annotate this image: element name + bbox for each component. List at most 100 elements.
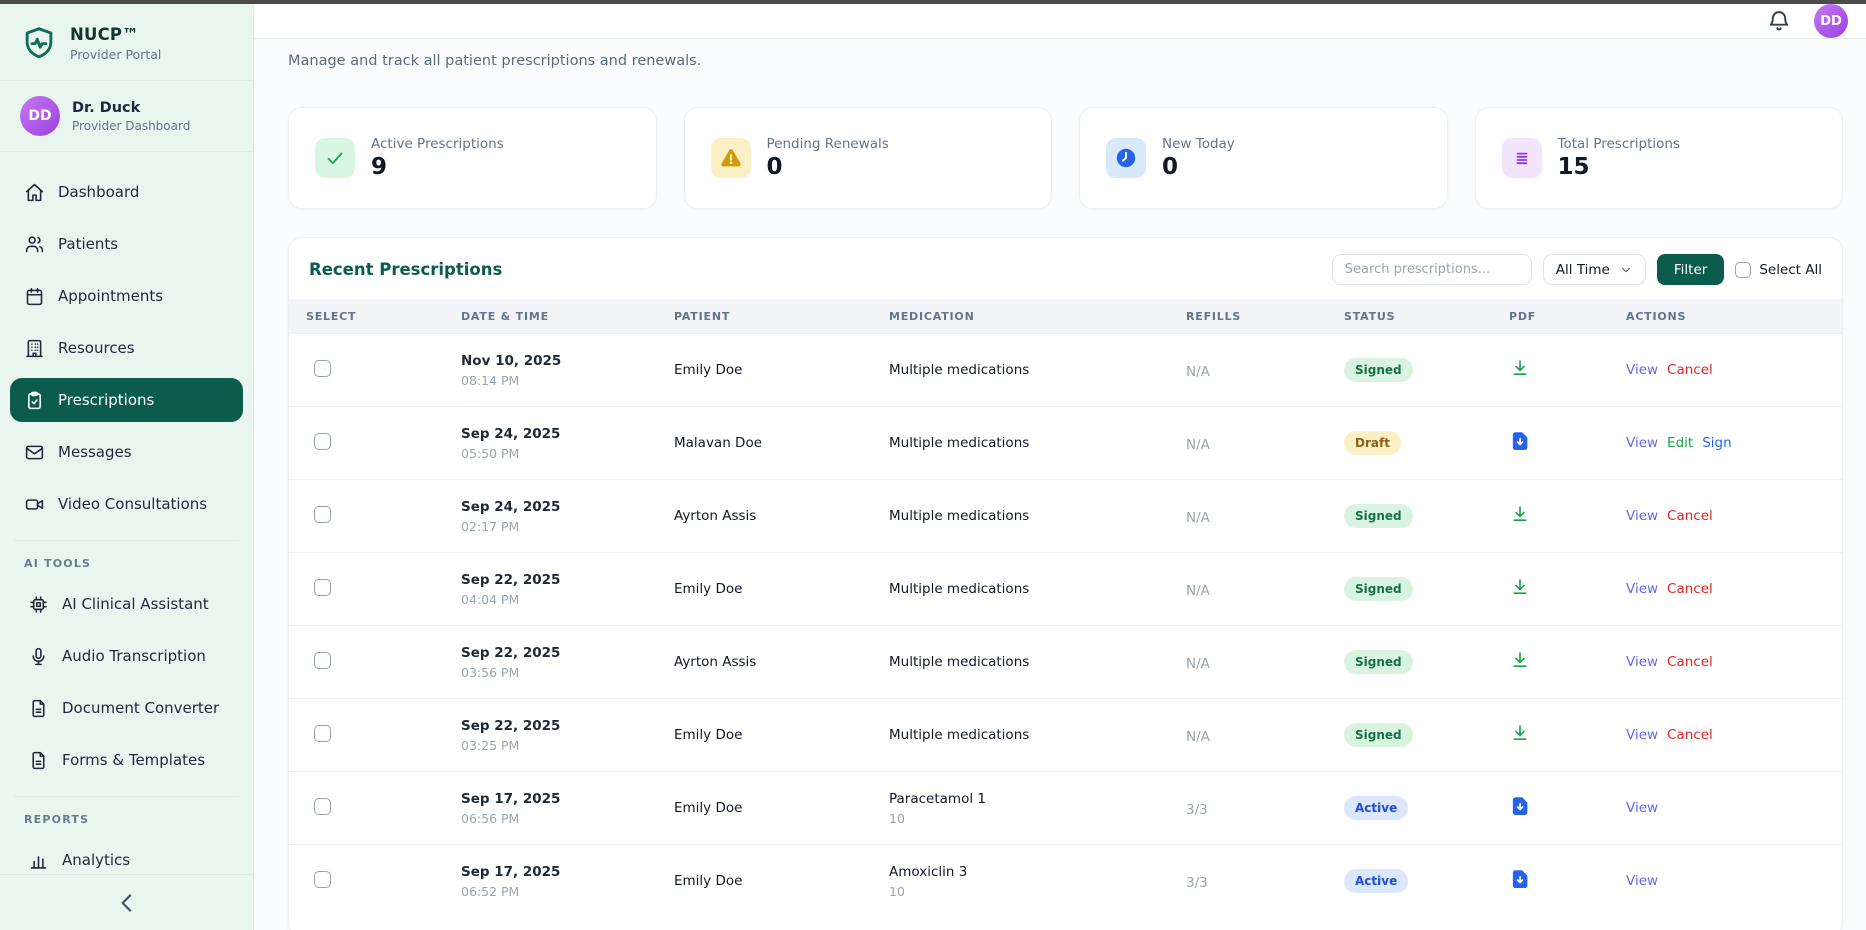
row-refills-cell: 3/3 — [1186, 872, 1344, 891]
row-select-cell — [306, 506, 461, 527]
row-refills: N/A — [1186, 729, 1210, 745]
time-filter-select[interactable]: All Time — [1543, 254, 1646, 285]
view-action-link[interactable]: View — [1626, 727, 1658, 743]
table-row: Sep 17, 202506:56 PMEmily DoeParacetamol… — [289, 771, 1842, 844]
row-checkbox[interactable] — [314, 506, 331, 523]
select-all-checkbox[interactable] — [1735, 262, 1751, 278]
row-date-cell: Sep 17, 202506:56 PM — [461, 791, 674, 826]
row-date: Sep 22, 2025 — [461, 718, 674, 734]
sidebar-collapse-button[interactable] — [112, 888, 142, 918]
row-select-cell — [306, 652, 461, 673]
view-action-link[interactable]: View — [1626, 435, 1658, 451]
stat-value: 15 — [1558, 154, 1681, 180]
file-download-icon[interactable] — [1509, 868, 1531, 890]
sidebar-item-appointments[interactable]: Appointments — [10, 274, 243, 318]
row-time: 03:25 PM — [461, 738, 674, 753]
row-checkbox[interactable] — [314, 798, 331, 815]
row-medication-cell: Multiple medications — [889, 508, 1186, 524]
file-download-icon[interactable] — [1509, 430, 1531, 452]
stat-label: Pending Renewals — [767, 136, 889, 152]
file-download-icon[interactable] — [1509, 795, 1531, 817]
sidebar-item-audio-transcription[interactable]: Audio Transcription — [14, 634, 239, 678]
column-header-pdf: PDF — [1509, 310, 1626, 323]
stat-label: New Today — [1162, 136, 1235, 152]
sidebar-item-messages[interactable]: Messages — [10, 430, 243, 474]
row-patient-cell: Emily Doe — [674, 800, 889, 816]
row-refills: N/A — [1186, 583, 1210, 599]
search-input[interactable] — [1332, 254, 1532, 285]
view-action-link[interactable]: View — [1626, 362, 1658, 378]
sidebar-item-label: Resources — [58, 339, 135, 357]
brand-subtitle: Provider Portal — [70, 47, 161, 62]
sidebar-item-ai-clinical-assistant[interactable]: AI Clinical Assistant — [14, 582, 239, 626]
row-status-cell: Signed — [1344, 650, 1509, 674]
recent-prescriptions-card: Recent Prescriptions All Time Filter Sel… — [288, 237, 1843, 930]
sidebar-item-video-consultations[interactable]: Video Consultations — [10, 482, 243, 526]
row-refills: N/A — [1186, 656, 1210, 672]
time-filter-value: All Time — [1556, 262, 1610, 278]
row-pdf-cell — [1509, 795, 1626, 821]
row-checkbox[interactable] — [314, 871, 331, 888]
column-header-date-time: DATE & TIME — [461, 310, 674, 323]
row-medication-cell: Amoxiclin 310 — [889, 864, 1186, 899]
sidebar-section-label: AI TOOLS — [14, 557, 239, 570]
topbar-avatar[interactable]: DD — [1814, 4, 1848, 38]
status-badge: Signed — [1344, 504, 1413, 528]
row-actions-cell: View Cancel — [1626, 362, 1843, 378]
cancel-action-link[interactable]: Cancel — [1667, 727, 1713, 743]
cancel-action-link[interactable]: Cancel — [1667, 581, 1713, 597]
sidebar-item-label: Messages — [58, 443, 132, 461]
stat-value: 9 — [371, 154, 504, 180]
row-select-cell — [306, 360, 461, 381]
sidebar-item-label: Patients — [58, 235, 118, 253]
download-icon[interactable] — [1509, 503, 1531, 525]
sidebar-item-label: Video Consultations — [58, 495, 207, 513]
row-patient-cell: Emily Doe — [674, 873, 889, 889]
cancel-action-link[interactable]: Cancel — [1667, 654, 1713, 670]
row-checkbox[interactable] — [314, 652, 331, 669]
row-checkbox[interactable] — [314, 433, 331, 450]
sidebar-item-prescriptions[interactable]: Prescriptions — [10, 378, 243, 422]
shield-pulse-icon — [20, 24, 58, 62]
view-action-link[interactable]: View — [1626, 800, 1658, 816]
sidebar-item-label: Prescriptions — [58, 391, 154, 409]
window-top-strip — [0, 0, 1866, 4]
row-refills-cell: 3/3 — [1186, 799, 1344, 818]
table-row: Sep 22, 202503:25 PMEmily DoeMultiple me… — [289, 698, 1842, 771]
select-all-control[interactable]: Select All — [1735, 262, 1822, 278]
sidebar-item-patients[interactable]: Patients — [10, 222, 243, 266]
view-action-link[interactable]: View — [1626, 508, 1658, 524]
row-patient-cell: Emily Doe — [674, 362, 889, 378]
row-time: 02:17 PM — [461, 519, 674, 534]
sidebar-item-forms-templates[interactable]: Forms & Templates — [14, 738, 239, 782]
sidebar-item-resources[interactable]: Resources — [10, 326, 243, 370]
table-row: Sep 24, 202502:17 PMAyrton AssisMultiple… — [289, 479, 1842, 552]
cancel-action-link[interactable]: Cancel — [1667, 362, 1713, 378]
row-checkbox[interactable] — [314, 360, 331, 377]
row-checkbox[interactable] — [314, 579, 331, 596]
cancel-action-link[interactable]: Cancel — [1667, 508, 1713, 524]
sidebar-item-dashboard[interactable]: Dashboard — [10, 170, 243, 214]
row-refills-cell: N/A — [1186, 507, 1344, 526]
row-date: Sep 17, 2025 — [461, 791, 674, 807]
row-pdf-cell — [1509, 722, 1626, 748]
download-icon[interactable] — [1509, 722, 1531, 744]
row-patient-cell: Ayrton Assis — [674, 654, 889, 670]
view-action-link[interactable]: View — [1626, 873, 1658, 889]
row-time: 08:14 PM — [461, 373, 674, 388]
row-pdf-cell — [1509, 430, 1626, 456]
download-icon[interactable] — [1509, 357, 1531, 379]
row-medication-cell: Multiple medications — [889, 727, 1186, 743]
download-icon[interactable] — [1509, 576, 1531, 598]
row-checkbox[interactable] — [314, 725, 331, 742]
notifications-bell-icon[interactable] — [1766, 8, 1792, 34]
sidebar-user-card: DD Dr. Duck Provider Dashboard — [0, 81, 253, 152]
filter-button[interactable]: Filter — [1657, 254, 1724, 285]
row-pdf-cell — [1509, 868, 1626, 894]
view-action-link[interactable]: View — [1626, 581, 1658, 597]
sign-action-link[interactable]: Sign — [1702, 435, 1731, 451]
download-icon[interactable] — [1509, 649, 1531, 671]
view-action-link[interactable]: View — [1626, 654, 1658, 670]
edit-action-link[interactable]: Edit — [1667, 435, 1693, 451]
sidebar-item-document-converter[interactable]: Document Converter — [14, 686, 239, 730]
